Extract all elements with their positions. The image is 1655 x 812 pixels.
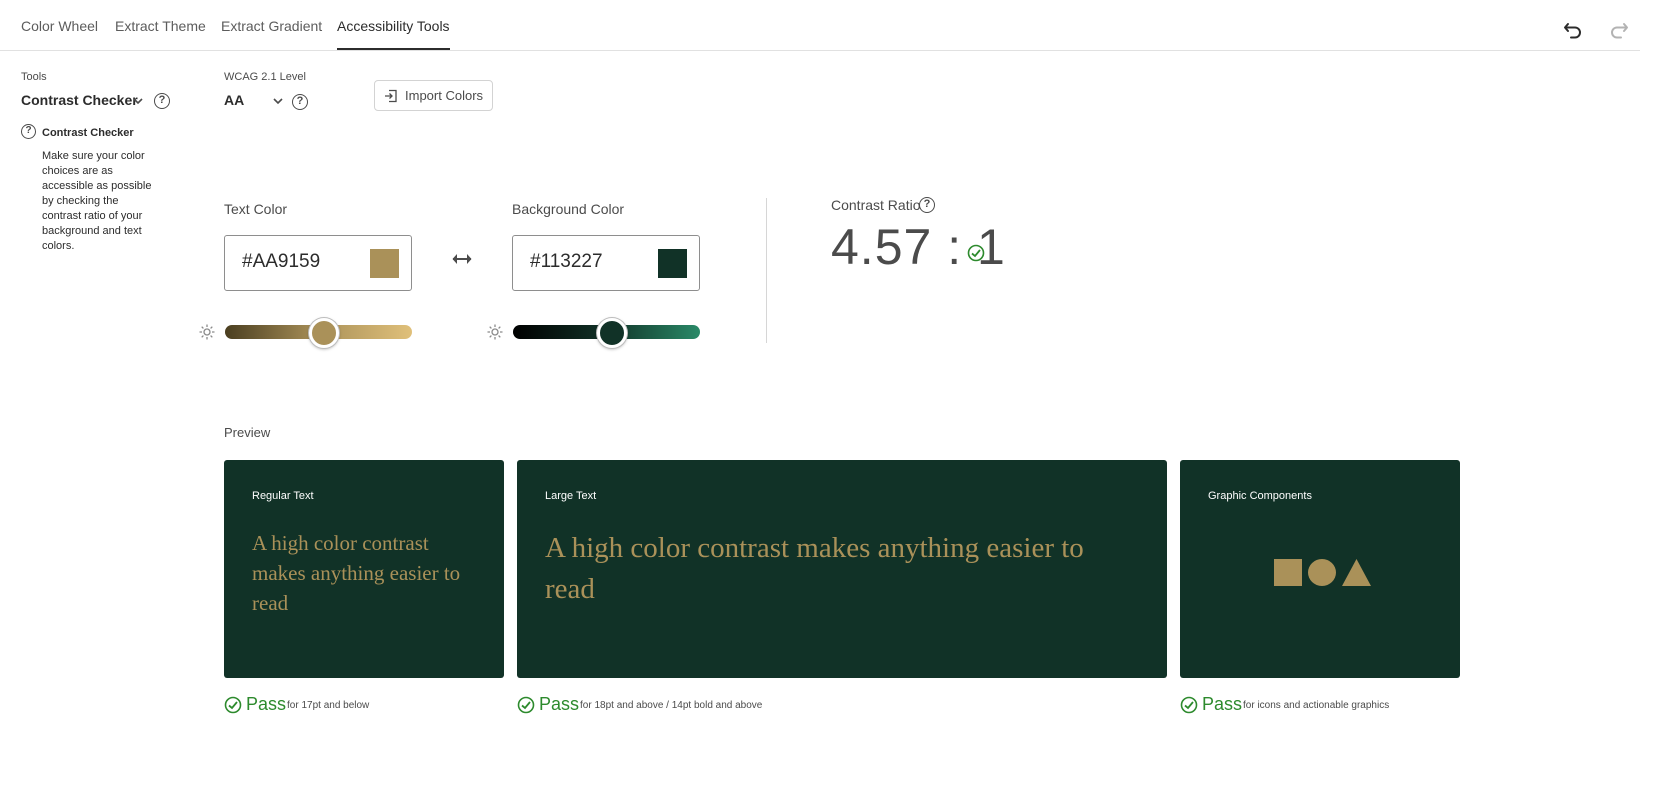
import-colors-button[interactable]: Import Colors <box>374 80 493 111</box>
background-color-hex[interactable]: #113227 <box>530 251 603 273</box>
redo-icon[interactable] <box>1608 18 1630 40</box>
regular-text-sample: A high color contrast makes anything eas… <box>252 531 461 615</box>
text-color-hex[interactable]: #AA9159 <box>242 251 320 273</box>
tab-extract-gradient[interactable]: Extract Gradient <box>221 18 322 34</box>
graphic-components-preview-card: Graphic Components <box>1180 460 1460 678</box>
circle-shape-icon <box>1308 559 1336 586</box>
import-colors-label: Import Colors <box>405 88 484 103</box>
wcag-dropdown-value: AA <box>224 92 245 108</box>
info-description: Make sure your color choices are as acce… <box>42 150 152 252</box>
text-color-field[interactable]: #AA9159 <box>224 235 412 291</box>
background-color-field[interactable]: #113227 <box>512 235 700 291</box>
tab-accessibility-tools[interactable]: Accessibility Tools <box>337 18 450 50</box>
import-icon <box>385 89 397 103</box>
undo-icon[interactable] <box>1562 18 1584 40</box>
large-text-preview-card: Large Text A high color contrast makes a… <box>517 460 1167 678</box>
swap-icon[interactable] <box>451 251 473 267</box>
tab-color-wheel[interactable]: Color Wheel <box>21 18 98 34</box>
large-text-sample: A high color contrast makes anything eas… <box>545 532 1084 605</box>
background-color-label: Background Color <box>512 201 625 217</box>
chevron-down-icon <box>273 98 283 105</box>
graphic-components-note: for icons and actionable graphics <box>1243 700 1390 711</box>
tab-extract-theme[interactable]: Extract Theme <box>115 18 206 34</box>
check-circle-icon <box>224 696 242 714</box>
chevron-down-icon <box>133 98 143 105</box>
check-circle-icon <box>967 244 985 262</box>
background-color-brightness-thumb[interactable] <box>597 318 628 348</box>
regular-text-preview-card: Regular Text A high color contrast makes… <box>224 460 504 678</box>
triangle-shape-icon <box>1342 559 1371 586</box>
preview-label: Preview <box>224 425 271 440</box>
wcag-help-icon[interactable]: ? <box>292 94 308 110</box>
tools-help-icon[interactable]: ? <box>154 93 170 109</box>
graphic-components-status: Pass <box>1202 694 1243 714</box>
check-circle-icon <box>1180 696 1198 714</box>
tools-dropdown[interactable]: Contrast Checker <box>21 92 146 114</box>
large-text-status: Pass <box>539 694 580 714</box>
brightness-icon <box>199 324 215 340</box>
square-shape-icon <box>1274 559 1302 586</box>
regular-text-note: for 17pt and below <box>287 700 370 711</box>
tab-bar: Color Wheel Extract Theme Extract Gradie… <box>0 0 1640 51</box>
regular-text-status: Pass <box>246 694 287 714</box>
graphic-components-title: Graphic Components <box>1208 490 1312 502</box>
contrast-ratio-label: Contrast Ratio <box>831 197 921 213</box>
large-text-title: Large Text <box>545 490 597 502</box>
info-title: Contrast Checker <box>42 127 134 139</box>
info-help-icon: ? <box>21 124 36 139</box>
background-color-swatch[interactable] <box>658 249 687 278</box>
tools-label: Tools <box>21 71 47 83</box>
check-circle-icon <box>517 696 535 714</box>
text-color-swatch[interactable] <box>370 249 399 278</box>
brightness-icon <box>487 324 503 340</box>
regular-text-title: Regular Text <box>252 490 314 502</box>
wcag-dropdown[interactable]: AA <box>224 92 286 114</box>
text-color-label: Text Color <box>224 201 288 217</box>
contrast-help-icon[interactable]: ? <box>919 197 935 213</box>
tools-dropdown-value: Contrast Checker <box>21 92 138 108</box>
wcag-label: WCAG 2.1 Level <box>224 71 306 83</box>
large-text-note: for 18pt and above / 14pt bold and above <box>580 700 763 711</box>
section-divider <box>766 198 767 343</box>
text-color-brightness-thumb[interactable] <box>309 318 340 348</box>
